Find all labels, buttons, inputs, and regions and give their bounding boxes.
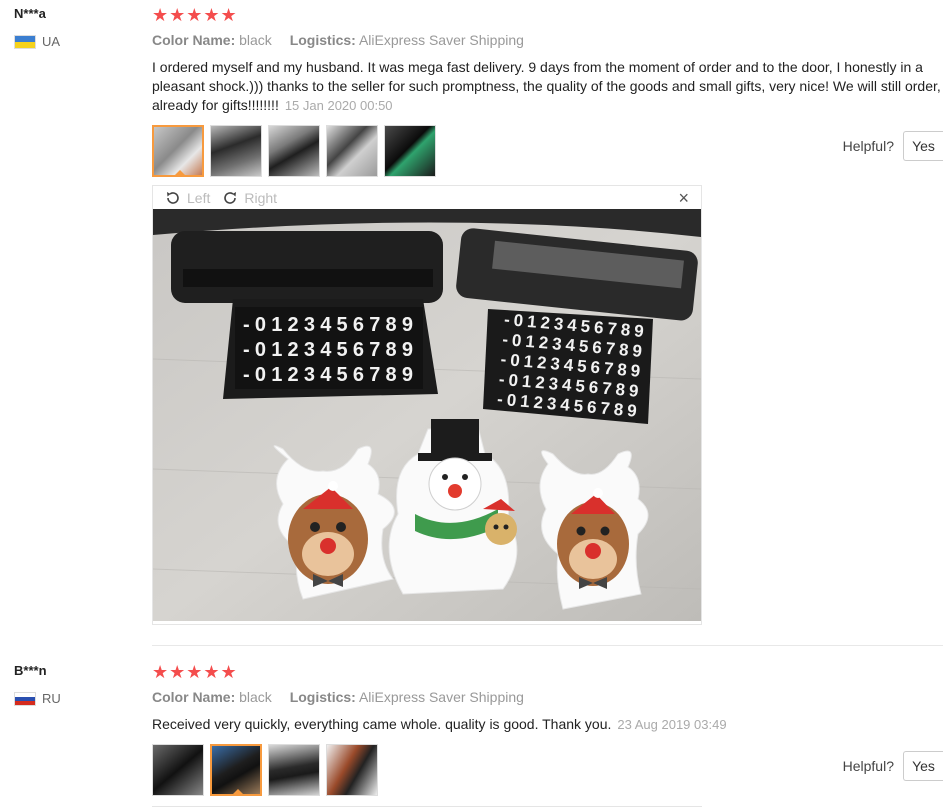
color-name-label: Color Name:	[152, 32, 236, 48]
review-photo-thumbnail[interactable]	[210, 125, 262, 177]
review-body: I ordered myself and my husband. It was …	[152, 59, 941, 113]
photo-viewer-toolbar: Left Right ×	[153, 186, 701, 210]
review-text: Received very quickly, everything came w…	[152, 715, 942, 734]
helpful-label: Helpful?	[842, 758, 894, 774]
review-meta: Color Name: black Logistics: AliExpress …	[152, 689, 538, 705]
review-photo-thumbnail[interactable]	[268, 125, 320, 177]
helpful-vote: Helpful? Yes	[843, 131, 943, 161]
close-icon[interactable]: ×	[678, 188, 689, 208]
helpful-label: Helpful?	[842, 138, 894, 154]
review-photo-thumbnails	[152, 125, 436, 177]
helpful-yes-button[interactable]: Yes	[903, 751, 943, 781]
ua-flag-icon	[14, 34, 36, 49]
review-text: I ordered myself and my husband. It was …	[152, 58, 942, 115]
review-photo-thumbnail[interactable]	[384, 125, 436, 177]
review-photo-thumbnail[interactable]	[326, 744, 378, 796]
color-name-value: black	[239, 32, 272, 48]
rotate-right-label: Right	[244, 190, 278, 206]
review-body: Received very quickly, everything came w…	[152, 716, 612, 732]
rotate-left-icon	[167, 192, 179, 204]
rotate-left-button[interactable]: Left	[165, 190, 210, 206]
review-photo-thumbnail[interactable]	[268, 744, 320, 796]
rotate-right-icon	[224, 192, 237, 204]
reviewer-name: B***n	[14, 663, 47, 678]
review-photo-thumbnail[interactable]	[210, 744, 262, 796]
logistics-value: AliExpress Saver Shipping	[358, 32, 524, 48]
logistics-label: Logistics:	[289, 689, 356, 705]
star-rating: ★★★★★	[152, 662, 238, 682]
review-photo-thumbnails	[152, 744, 378, 796]
reviewer-country: RU	[14, 691, 61, 706]
review-divider	[152, 645, 943, 646]
photo-viewer: Left Right × -0123456789 -0123456789 -01…	[152, 185, 702, 625]
review-meta: Color Name: black Logistics: AliExpress …	[152, 32, 538, 48]
reviewer-name: N***a	[14, 6, 46, 21]
helpful-yes-button[interactable]: Yes	[903, 131, 943, 161]
helpful-vote: Helpful? Yes	[843, 751, 943, 781]
review-photo-thumbnail[interactable]	[152, 125, 204, 177]
review-photo-thumbnail[interactable]	[326, 125, 378, 177]
rotate-right-button[interactable]: Right	[222, 190, 277, 206]
star-rating: ★★★★★	[152, 5, 238, 25]
rotate-left-label: Left	[187, 190, 211, 206]
reviewer-country: UA	[14, 34, 60, 49]
ru-flag-icon	[14, 691, 36, 706]
logistics-label: Logistics:	[289, 32, 356, 48]
country-code: UA	[42, 34, 61, 49]
color-name-value: black	[239, 689, 272, 705]
review-photo: -0123456789 -0123456789 -0123456789 -012…	[153, 209, 701, 621]
review-date: 23 Aug 2019 03:49	[617, 717, 727, 732]
logistics-value: AliExpress Saver Shipping	[358, 689, 524, 705]
photo-viewer	[152, 806, 702, 810]
review-photo-thumbnail[interactable]	[152, 744, 204, 796]
country-code: RU	[42, 691, 61, 706]
color-name-label: Color Name:	[152, 689, 236, 705]
review-date: 15 Jan 2020 00:50	[284, 98, 393, 113]
